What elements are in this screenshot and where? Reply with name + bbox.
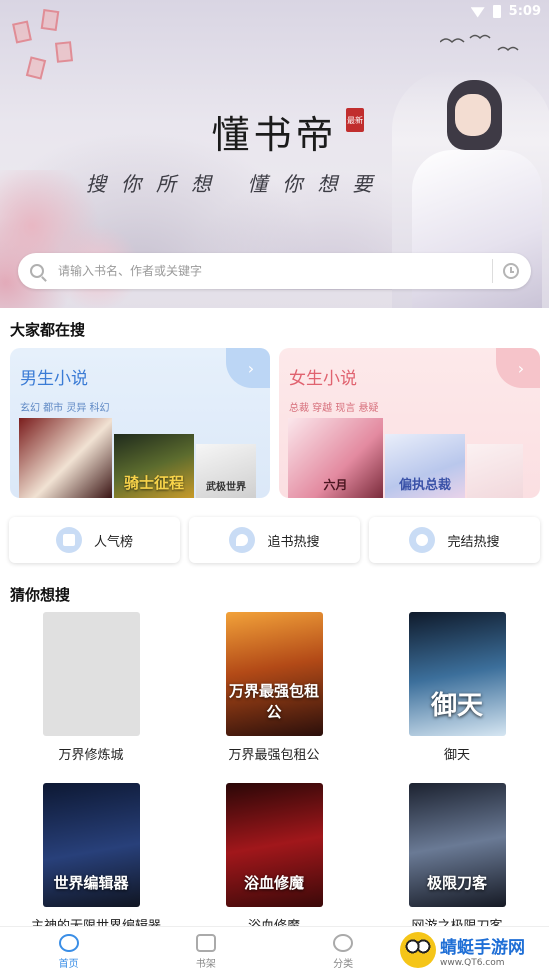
home-icon [58, 933, 79, 952]
rank-label: 人气榜 [93, 534, 133, 550]
book-cover[interactable] [19, 418, 112, 498]
male-card-title: 男生小说 [20, 369, 88, 389]
book-cover[interactable] [467, 444, 523, 498]
female-cover-row: 六月 偏执总裁 [288, 418, 523, 498]
book-cover[interactable]: 六月 [288, 418, 383, 498]
birds-icon [440, 34, 519, 52]
section-title-guess: 猜你想搜 [10, 586, 71, 604]
category-icon [333, 933, 354, 952]
book-cover[interactable] [42, 612, 140, 736]
male-card-tags: 玄幻 都市 灵异 科幻 [20, 403, 110, 414]
chevron-right-icon[interactable]: › [496, 348, 540, 388]
watermark-name: 蜻蜓手游网 [440, 937, 525, 958]
watermark: 蜻蜓手游网 www.QT6.com [400, 928, 545, 972]
bookmark-icon [55, 527, 82, 553]
book-cover[interactable]: 偏执总裁 [385, 434, 465, 498]
divider [492, 259, 493, 283]
rank-popular-button[interactable]: 人气榜 [9, 517, 180, 563]
search-icon [30, 264, 44, 278]
book-title: 御天 [443, 748, 470, 763]
tab-label: 书架 [195, 958, 216, 970]
app-title: 懂书帝 [211, 113, 338, 157]
male-novels-card[interactable]: 男生小说 玄幻 都市 灵异 科幻 › 骑士征程 武极世界 [10, 348, 270, 498]
book-item[interactable]: 浴血修魔 浴血修魔 [214, 783, 334, 934]
lantern-icon [40, 8, 60, 32]
rank-label: 完结热搜 [447, 534, 500, 550]
book-item[interactable]: 世界编辑器 主神的无限世界编辑器 [31, 783, 161, 934]
female-card-title: 女生小说 [289, 369, 357, 389]
tab-label: 分类 [333, 958, 354, 970]
dragonfly-logo-icon [400, 932, 436, 968]
female-novels-card[interactable]: 女生小说 总裁 穿越 现言 悬疑 › 六月 偏执总裁 [279, 348, 540, 498]
book-cover[interactable]: 万界最强包租公 [225, 612, 323, 736]
tab-home[interactable]: 首页 [0, 927, 137, 976]
history-icon[interactable] [503, 263, 519, 279]
book-cover[interactable]: 浴血修魔 [225, 783, 323, 907]
book-title: 万界最强包租公 [228, 748, 320, 763]
bookshelf-icon [195, 933, 216, 952]
section-title-hot: 大家都在搜 [10, 321, 86, 339]
book-title: 万界修炼城 [58, 748, 124, 763]
flame-icon [229, 527, 256, 553]
app-slogan: 搜你所想 懂你想要 [86, 172, 388, 196]
seal-stamp: 最新 [346, 108, 364, 132]
status-time: 5:09 [508, 4, 541, 19]
book-cover[interactable]: 武极世界 [196, 444, 256, 498]
lantern-icon [12, 20, 32, 44]
status-bar: 5:09 [470, 4, 541, 19]
watermark-url: www.QT6.com [440, 957, 505, 968]
book-item[interactable]: 万界修炼城 [31, 612, 151, 763]
hero-banner: 5:09 懂书帝 最新 搜你所想 懂你想要 [0, 0, 549, 308]
tab-label: 首页 [58, 958, 79, 970]
tab-bookshelf[interactable]: 书架 [137, 927, 274, 976]
search-bar[interactable] [18, 253, 531, 289]
female-card-tags: 总裁 穿越 现言 悬疑 [289, 403, 379, 414]
male-cover-row: 骑士征程 武极世界 [19, 418, 256, 498]
book-cover[interactable]: 骑士征程 [114, 434, 194, 498]
check-icon [409, 527, 436, 553]
book-cover[interactable]: 御天 [408, 612, 506, 736]
book-cover[interactable]: 极限刀客 [408, 783, 506, 907]
chevron-right-icon[interactable]: › [226, 348, 270, 388]
book-item[interactable]: 万界最强包租公 万界最强包租公 [214, 612, 334, 763]
lantern-icon [25, 56, 47, 80]
lantern-icon [54, 41, 74, 63]
wifi-icon [470, 7, 485, 18]
search-input[interactable] [58, 264, 492, 278]
book-cover[interactable]: 世界编辑器 [42, 783, 140, 907]
rank-label: 追书热搜 [267, 534, 320, 550]
battery-icon [492, 5, 501, 18]
book-item[interactable]: 御天 御天 [397, 612, 517, 763]
rank-trending-button[interactable]: 追书热搜 [189, 517, 360, 563]
rank-completed-button[interactable]: 完结热搜 [369, 517, 540, 563]
tab-category[interactable]: 分类 [275, 927, 412, 976]
book-item[interactable]: 极限刀客 网游之极限刀客 [397, 783, 517, 934]
